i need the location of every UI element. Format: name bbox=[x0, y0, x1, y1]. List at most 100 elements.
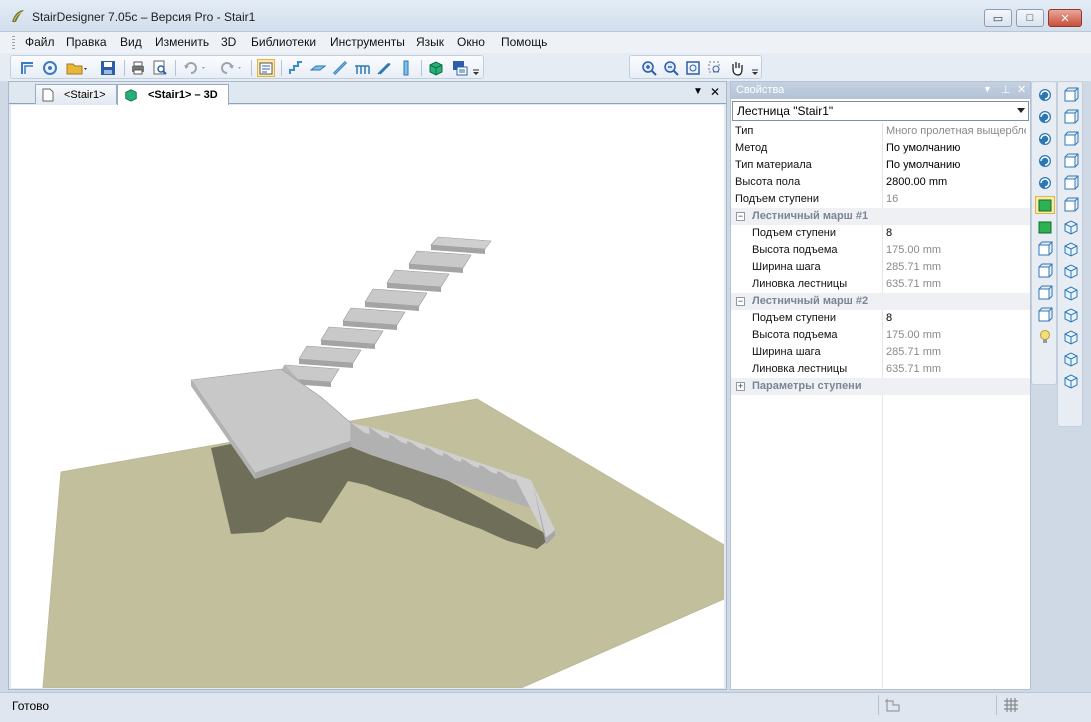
zoom-in-icon[interactable] bbox=[640, 59, 658, 77]
zoom-extents-icon[interactable] bbox=[684, 59, 702, 77]
light-bulb-icon[interactable] bbox=[1035, 328, 1055, 346]
3d-view-icon[interactable] bbox=[427, 59, 445, 77]
zoom-toolbar-overflow-icon[interactable] bbox=[750, 59, 760, 77]
property-row[interactable]: Подъем ступени 16 bbox=[731, 191, 1030, 208]
view-front-icon[interactable] bbox=[1061, 86, 1081, 104]
property-row[interactable]: Тип материала По умолчанию bbox=[731, 157, 1030, 174]
menu-3d[interactable]: 3D bbox=[219, 35, 238, 49]
box-view-icon[interactable] bbox=[1035, 306, 1055, 324]
status-grid-cell[interactable] bbox=[996, 695, 1086, 715]
property-group-row[interactable]: + Параметры ступени bbox=[731, 378, 1030, 395]
properties-icon[interactable] bbox=[257, 59, 275, 77]
property-value[interactable]: 8 bbox=[886, 312, 1026, 324]
wireframe-left-icon[interactable] bbox=[1035, 240, 1055, 258]
orbit-reverse-icon[interactable] bbox=[1035, 152, 1055, 170]
property-row[interactable]: Линовка лестницы 635.71 mm bbox=[731, 361, 1030, 378]
iso-view-8-icon[interactable] bbox=[1061, 372, 1081, 390]
property-value[interactable]: По умолчанию bbox=[886, 159, 1026, 171]
save-icon[interactable] bbox=[99, 59, 117, 77]
iso-view-3-icon[interactable] bbox=[1061, 262, 1081, 280]
menu-help[interactable]: Помощь bbox=[499, 35, 549, 49]
property-row[interactable]: Тип Много пролетная выщербленная bbox=[731, 123, 1030, 140]
object-selector[interactable]: Лестница "Stair1" bbox=[732, 101, 1029, 121]
property-row[interactable]: Высота подъема 175.00 mm bbox=[731, 327, 1030, 344]
3d-viewport[interactable] bbox=[11, 105, 724, 688]
tab-list-dropdown-icon[interactable]: ▼ bbox=[693, 86, 703, 97]
menu-file[interactable]: Файл bbox=[23, 35, 57, 49]
menu-libraries[interactable]: Библиотеки bbox=[249, 35, 318, 49]
view-right-icon[interactable] bbox=[1061, 152, 1081, 170]
zoom-out-icon[interactable] bbox=[662, 59, 680, 77]
menu-modify[interactable]: Изменить bbox=[153, 35, 211, 49]
maximize-button[interactable]: □ bbox=[1016, 9, 1044, 27]
iso-view-7-icon[interactable] bbox=[1061, 350, 1081, 368]
orbit-icon[interactable] bbox=[1035, 130, 1055, 148]
property-value[interactable]: 635.71 mm bbox=[886, 363, 1026, 375]
toolbar-overflow-icon[interactable] bbox=[471, 59, 481, 77]
menu-edit[interactable]: Правка bbox=[64, 35, 109, 49]
zoom-window-icon[interactable] bbox=[706, 59, 724, 77]
railing-icon[interactable] bbox=[353, 59, 371, 77]
property-value[interactable]: 16 bbox=[886, 193, 1026, 205]
property-group-row[interactable]: − Лестничный марш #2 bbox=[731, 293, 1030, 310]
property-row[interactable]: Метод По умолчанию bbox=[731, 140, 1030, 157]
collapse-icon[interactable]: − bbox=[736, 212, 745, 221]
wireframe-right-icon[interactable] bbox=[1035, 262, 1055, 280]
menu-view[interactable]: Вид bbox=[118, 35, 144, 49]
landing-icon[interactable] bbox=[309, 59, 327, 77]
panel-menu-dropdown-icon[interactable]: ▼ bbox=[983, 84, 992, 94]
property-value[interactable]: 175.00 mm bbox=[886, 244, 1026, 256]
view-back-icon[interactable] bbox=[1061, 108, 1081, 126]
stringer-icon[interactable] bbox=[331, 59, 349, 77]
property-row[interactable]: Ширина шага 285.71 mm bbox=[731, 259, 1030, 276]
property-row[interactable]: Подъем ступени 8 bbox=[731, 225, 1030, 242]
tab-close-icon[interactable]: ✕ bbox=[710, 85, 720, 99]
panel-close-icon[interactable]: ✕ bbox=[1017, 83, 1026, 96]
menu-tools[interactable]: Инструменты bbox=[328, 35, 407, 49]
property-value[interactable]: 2800.00 mm bbox=[886, 176, 1026, 188]
solid-view-icon[interactable] bbox=[1035, 218, 1055, 236]
tab-stair1-plan[interactable]: <Stair1> bbox=[35, 84, 117, 104]
shaded-view-icon[interactable] bbox=[1035, 196, 1055, 214]
property-value[interactable]: Много пролетная выщербленная bbox=[886, 125, 1026, 137]
iso-view-2-icon[interactable] bbox=[1061, 240, 1081, 258]
menu-grip[interactable] bbox=[12, 36, 15, 49]
undo-icon[interactable] bbox=[181, 59, 209, 77]
iso-view-4-icon[interactable] bbox=[1061, 284, 1081, 302]
view-left-icon[interactable] bbox=[1061, 130, 1081, 148]
auto-rotate-icon[interactable] bbox=[1035, 174, 1055, 192]
property-row[interactable]: Высота подъема 175.00 mm bbox=[731, 242, 1030, 259]
flight-icon[interactable] bbox=[375, 59, 393, 77]
minimize-button[interactable]: ▭ bbox=[984, 9, 1012, 27]
property-value[interactable]: 635.71 mm bbox=[886, 278, 1026, 290]
2d-view-icon[interactable] bbox=[451, 59, 469, 77]
property-value[interactable]: По умолчанию bbox=[886, 142, 1026, 154]
stair-type-icon[interactable] bbox=[287, 59, 305, 77]
redo-icon[interactable] bbox=[217, 59, 245, 77]
rotate-right-icon[interactable] bbox=[1035, 108, 1055, 126]
property-group-row[interactable]: − Лестничный марш #1 bbox=[731, 208, 1030, 225]
rotate-icon[interactable] bbox=[41, 59, 59, 77]
open-folder-icon[interactable] bbox=[65, 59, 89, 77]
iso-view-5-icon[interactable] bbox=[1061, 306, 1081, 324]
close-button[interactable]: ✕ bbox=[1048, 9, 1082, 27]
print-preview-icon[interactable] bbox=[151, 59, 169, 77]
property-value[interactable]: 285.71 mm bbox=[886, 261, 1026, 273]
property-value[interactable]: 285.71 mm bbox=[886, 346, 1026, 358]
post-icon[interactable] bbox=[397, 59, 415, 77]
hidden-line-icon[interactable] bbox=[1035, 284, 1055, 302]
view-bottom-icon[interactable] bbox=[1061, 196, 1081, 214]
property-row[interactable]: Высота пола 2800.00 mm bbox=[731, 174, 1030, 191]
view-top-icon[interactable] bbox=[1061, 174, 1081, 192]
tab-stair1-3d[interactable]: <Stair1> – 3D bbox=[117, 84, 229, 105]
rotate-left-icon[interactable] bbox=[1035, 86, 1055, 104]
collapse-icon[interactable]: − bbox=[736, 297, 745, 306]
menu-window[interactable]: Окно bbox=[455, 35, 487, 49]
status-snap-cell[interactable] bbox=[878, 695, 996, 715]
property-value[interactable]: 175.00 mm bbox=[886, 329, 1026, 341]
pan-hand-icon[interactable] bbox=[728, 59, 746, 77]
new-stair-icon[interactable] bbox=[19, 59, 37, 77]
expand-icon[interactable]: + bbox=[736, 382, 745, 391]
iso-view-1-icon[interactable] bbox=[1061, 218, 1081, 236]
property-row[interactable]: Подъем ступени 8 bbox=[731, 310, 1030, 327]
